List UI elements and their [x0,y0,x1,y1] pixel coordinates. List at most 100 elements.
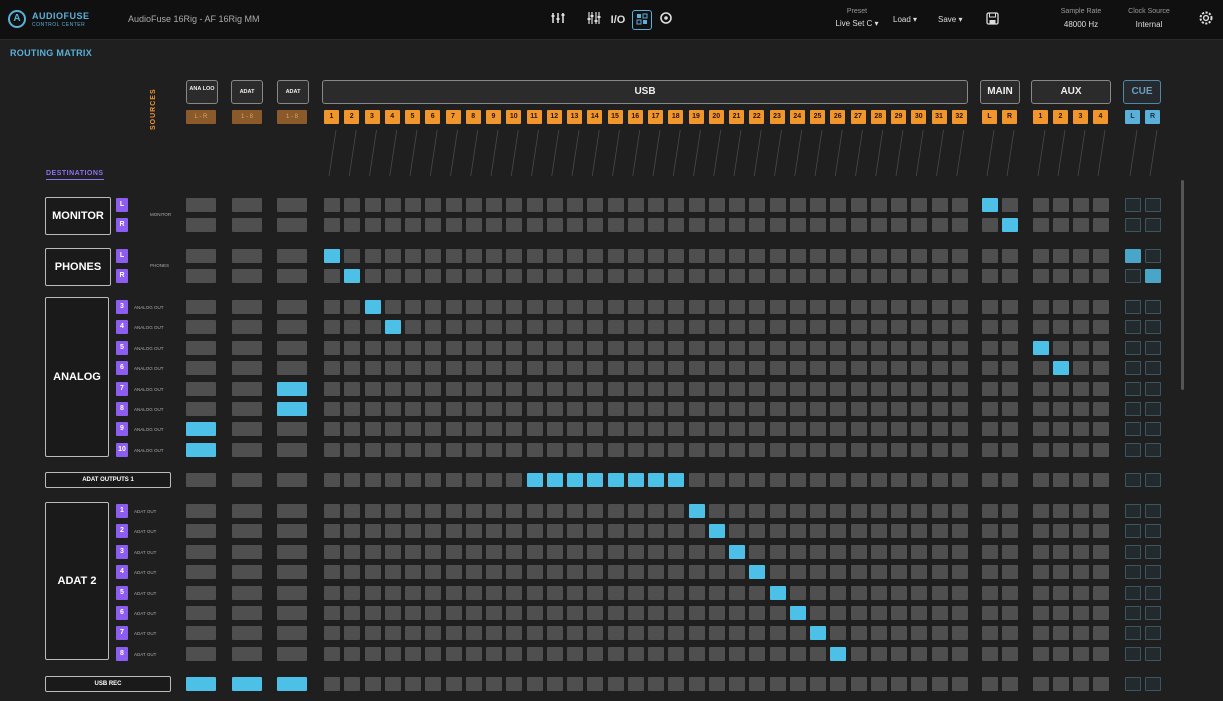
route-cell-usb[interactable] [688,606,705,620]
route-cell-usb[interactable] [405,442,421,457]
route-cell-usb[interactable] [465,442,482,457]
route-cell-usb[interactable] [465,402,482,416]
route-cell-usb[interactable] [344,381,361,396]
route-cell-usb[interactable] [911,646,928,661]
route-cell-usb[interactable] [729,565,745,580]
route-cell-usb[interactable] [769,646,786,661]
route-cell-usb[interactable] [688,249,705,263]
route-cell-usb[interactable] [546,361,563,376]
route-cell-aux[interactable] [1093,422,1109,437]
route-cell-usb[interactable] [708,340,725,355]
route-cell-usb[interactable] [789,198,806,212]
route-cell-main[interactable] [1002,249,1018,263]
route-cell-usb[interactable] [587,524,604,539]
route-cell-usb[interactable] [344,249,361,263]
route-cell-usb[interactable] [951,218,968,232]
route-cell-wide[interactable] [186,544,216,559]
usb-channel-chip[interactable]: 29 [891,110,906,124]
route-cell-usb[interactable] [830,300,847,314]
destination-channel-number[interactable]: 4 [116,320,128,335]
route-cell-usb[interactable] [830,585,847,600]
route-cell-usb[interactable] [486,544,502,559]
route-cell-usb[interactable] [567,218,583,232]
route-cell-usb[interactable] [526,249,543,263]
route-cell-usb[interactable] [931,626,948,641]
route-cell-usb[interactable] [810,381,826,396]
main-channel-chip[interactable]: L [982,110,997,124]
route-cell-usb[interactable] [526,677,543,691]
route-cell-usb[interactable] [850,361,867,376]
route-cell-usb[interactable] [384,249,401,263]
route-cell-usb[interactable] [587,320,604,335]
route-cell-usb[interactable] [830,504,847,518]
route-cell-usb[interactable] [749,626,766,641]
route-cell-usb[interactable] [668,606,685,620]
route-cell-usb[interactable] [486,565,502,580]
route-cell-usb[interactable] [324,646,340,661]
destination-channel-number[interactable]: 7 [116,626,128,641]
route-cell-usb[interactable] [486,442,502,457]
route-cell-usb[interactable] [627,646,644,661]
route-cell-usb[interactable] [951,340,968,355]
route-cell-usb[interactable] [384,677,401,691]
route-cell-usb[interactable] [870,524,887,539]
route-cell-usb[interactable] [870,300,887,314]
route-cell-usb[interactable] [384,544,401,559]
usb-channel-chip[interactable]: 12 [546,110,562,124]
preset-dropdown[interactable]: Live Set C ▾ [832,19,882,28]
usb-channel-chip[interactable]: 11 [526,110,542,124]
route-cell-usb[interactable] [749,218,766,232]
route-cell-aux[interactable] [1073,677,1089,691]
route-cell-usb[interactable] [587,249,604,263]
route-cell-usb[interactable] [891,269,907,283]
route-cell-aux[interactable] [1093,340,1109,355]
usb-channel-chip[interactable]: 25 [810,110,825,124]
route-cell-usb[interactable] [931,677,948,691]
route-cell-wide[interactable] [277,544,307,559]
route-cell-usb[interactable] [789,249,806,263]
route-cell-usb[interactable] [364,677,381,691]
route-cell-aux[interactable] [1053,422,1069,437]
route-cell-usb[interactable] [445,422,462,437]
route-cell-usb[interactable] [891,422,907,437]
route-cell-main[interactable] [982,361,998,376]
route-cell-aux[interactable] [1053,677,1069,691]
route-cell-usb[interactable] [465,524,482,539]
route-cell-usb[interactable] [425,198,442,212]
route-cell-usb[interactable] [607,300,624,314]
route-cell-usb[interactable] [364,626,381,641]
usb-channel-chip[interactable]: 30 [911,110,927,124]
route-cell-usb[interactable] [486,320,502,335]
route-cell-main[interactable] [1002,402,1018,416]
route-cell-usb[interactable] [627,381,644,396]
route-cell-main[interactable] [1002,422,1018,437]
route-cell-wide[interactable] [232,249,262,263]
route-cell-usb[interactable] [931,422,948,437]
route-cell-usb[interactable] [830,340,847,355]
route-cell-usb[interactable] [344,504,361,518]
route-cell-cue[interactable] [1125,524,1141,539]
route-cell-usb[interactable] [708,269,725,283]
route-cell-usb[interactable] [587,473,604,487]
route-cell-wide[interactable] [186,402,216,416]
route-cell-usb[interactable] [546,198,563,212]
route-cell-cue[interactable] [1145,340,1161,355]
route-cell-aux[interactable] [1033,320,1049,335]
route-cell-usb[interactable] [870,606,887,620]
route-cell-main[interactable] [1002,320,1018,335]
route-cell-cue[interactable] [1125,300,1141,314]
route-cell-usb[interactable] [465,504,482,518]
route-cell-usb[interactable] [688,473,705,487]
route-cell-usb[interactable] [445,300,462,314]
route-cell-usb[interactable] [911,606,928,620]
route-cell-usb[interactable] [911,677,928,691]
route-cell-aux[interactable] [1073,218,1089,232]
route-cell-usb[interactable] [648,402,664,416]
route-cell-usb[interactable] [445,320,462,335]
destination-channel-number[interactable]: 7 [116,381,128,396]
route-cell-usb[interactable] [526,320,543,335]
route-cell-usb[interactable] [627,504,644,518]
route-cell-usb[interactable] [729,198,745,212]
route-cell-usb[interactable] [425,524,442,539]
route-cell-usb[interactable] [708,402,725,416]
